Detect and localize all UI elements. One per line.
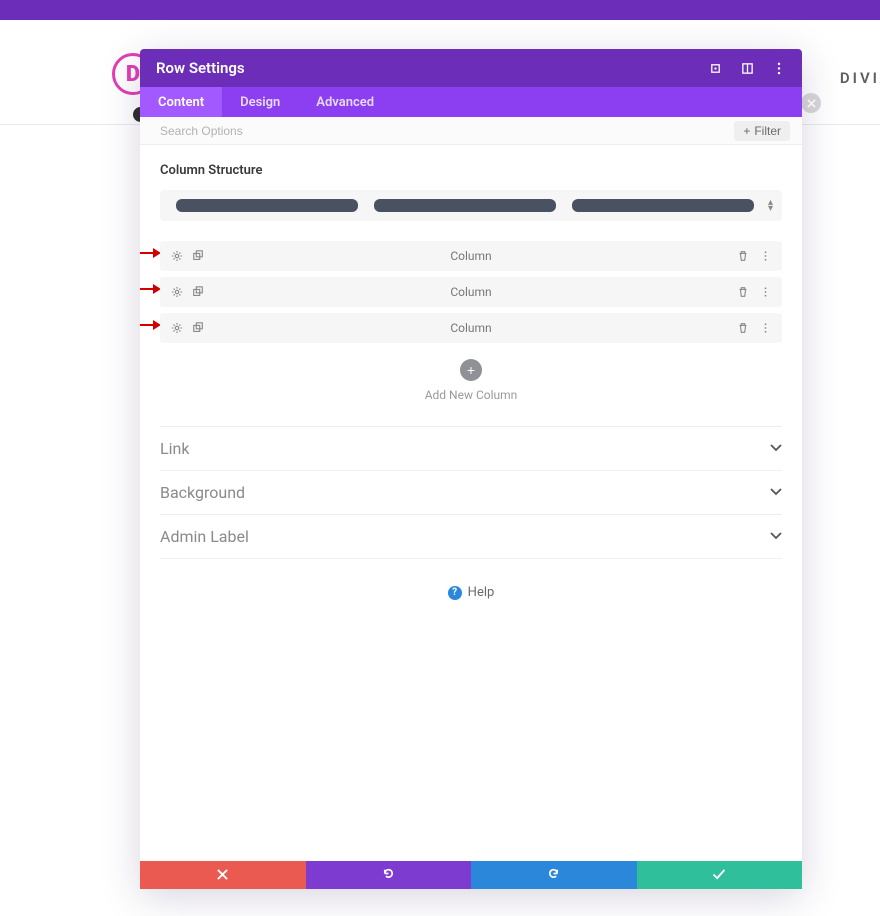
structure-col-3 — [572, 199, 754, 212]
more-icon[interactable] — [759, 286, 772, 299]
content-area: Column Structure ▴▾ Column — [140, 145, 802, 861]
add-column-label: Add New Column — [160, 388, 782, 402]
annotation-arrow-2 — [140, 284, 161, 294]
column-structure-selector[interactable]: ▴▾ — [160, 190, 782, 221]
more-icon[interactable] — [759, 250, 772, 263]
page-background: D DIVI Row Settings Content Design A — [0, 20, 880, 916]
column-structure-label: Column Structure — [160, 163, 782, 178]
gear-icon[interactable] — [170, 322, 183, 335]
tab-design[interactable]: Design — [222, 87, 298, 117]
column-item[interactable]: Column — [160, 241, 782, 271]
structure-dropdown-icon[interactable]: ▴▾ — [768, 200, 773, 212]
search-input[interactable] — [160, 124, 734, 138]
undo-icon — [382, 867, 395, 883]
plus-icon: + — [743, 124, 750, 138]
structure-col-2 — [374, 199, 556, 212]
save-button[interactable] — [637, 861, 803, 889]
footer-bar — [140, 861, 802, 889]
accordion-title-admin-label: Admin Label — [160, 527, 770, 546]
help-row[interactable]: ? Help — [160, 585, 782, 600]
accordion-link[interactable]: Link — [160, 427, 782, 471]
header-icon-group — [708, 61, 786, 75]
more-icon[interactable] — [759, 322, 772, 335]
gear-icon[interactable] — [170, 286, 183, 299]
snap-icon[interactable] — [740, 61, 754, 75]
structure-col-1 — [176, 199, 358, 212]
add-column-button[interactable]: + — [460, 359, 482, 381]
column-label: Column — [450, 321, 491, 335]
column-item[interactable]: Column — [160, 277, 782, 307]
chevron-down-icon — [770, 441, 782, 456]
duplicate-icon[interactable] — [191, 250, 204, 263]
duplicate-icon[interactable] — [191, 322, 204, 335]
filter-button[interactable]: + Filter — [734, 121, 790, 141]
column-row-wrap-2: Column — [160, 277, 782, 307]
expand-icon[interactable] — [708, 61, 722, 75]
filter-label: Filter — [754, 124, 781, 138]
divi-logo-letter: D — [126, 62, 140, 87]
plus-icon: + — [467, 362, 475, 378]
modal-title: Row Settings — [156, 59, 708, 77]
annotation-arrow-3 — [140, 320, 161, 330]
app-top-bar — [0, 0, 880, 20]
trash-icon[interactable] — [736, 250, 749, 263]
chevron-down-icon — [770, 485, 782, 500]
help-icon: ? — [448, 586, 462, 600]
accordion-title-link: Link — [160, 439, 770, 458]
row-settings-modal: Row Settings Content Design Advanced — [140, 49, 802, 889]
modal-header: Row Settings — [140, 49, 802, 87]
help-label: Help — [468, 585, 495, 600]
tab-content[interactable]: Content — [140, 87, 222, 117]
column-label: Column — [450, 285, 491, 299]
accordion-admin-label[interactable]: Admin Label — [160, 515, 782, 559]
cancel-button[interactable] — [140, 861, 306, 889]
tab-advanced[interactable]: Advanced — [298, 87, 392, 117]
column-item[interactable]: Column — [160, 313, 782, 343]
column-row-wrap-1: Column — [160, 241, 782, 271]
chevron-down-icon — [770, 529, 782, 544]
accordion-title-background: Background — [160, 483, 770, 502]
trash-icon[interactable] — [736, 322, 749, 335]
gear-icon[interactable] — [170, 250, 183, 263]
tabs-bar: Content Design Advanced — [140, 87, 802, 117]
column-row-wrap-3: Column — [160, 313, 782, 343]
redo-button[interactable] — [471, 861, 637, 889]
accordion-group: Link Background Admin Label — [160, 426, 782, 559]
accordion-background[interactable]: Background — [160, 471, 782, 515]
trash-icon[interactable] — [736, 286, 749, 299]
undo-button[interactable] — [306, 861, 472, 889]
search-row: + Filter — [140, 117, 802, 145]
more-icon[interactable] — [772, 61, 786, 75]
add-new-column-section: + Add New Column — [160, 359, 782, 402]
close-overlay-button[interactable] — [801, 93, 821, 113]
check-icon — [712, 867, 726, 883]
site-label: DIVI — [840, 69, 880, 87]
close-icon — [217, 867, 228, 883]
column-label: Column — [450, 249, 491, 263]
annotation-arrow-1 — [140, 248, 161, 258]
duplicate-icon[interactable] — [191, 286, 204, 299]
redo-icon — [547, 867, 560, 883]
